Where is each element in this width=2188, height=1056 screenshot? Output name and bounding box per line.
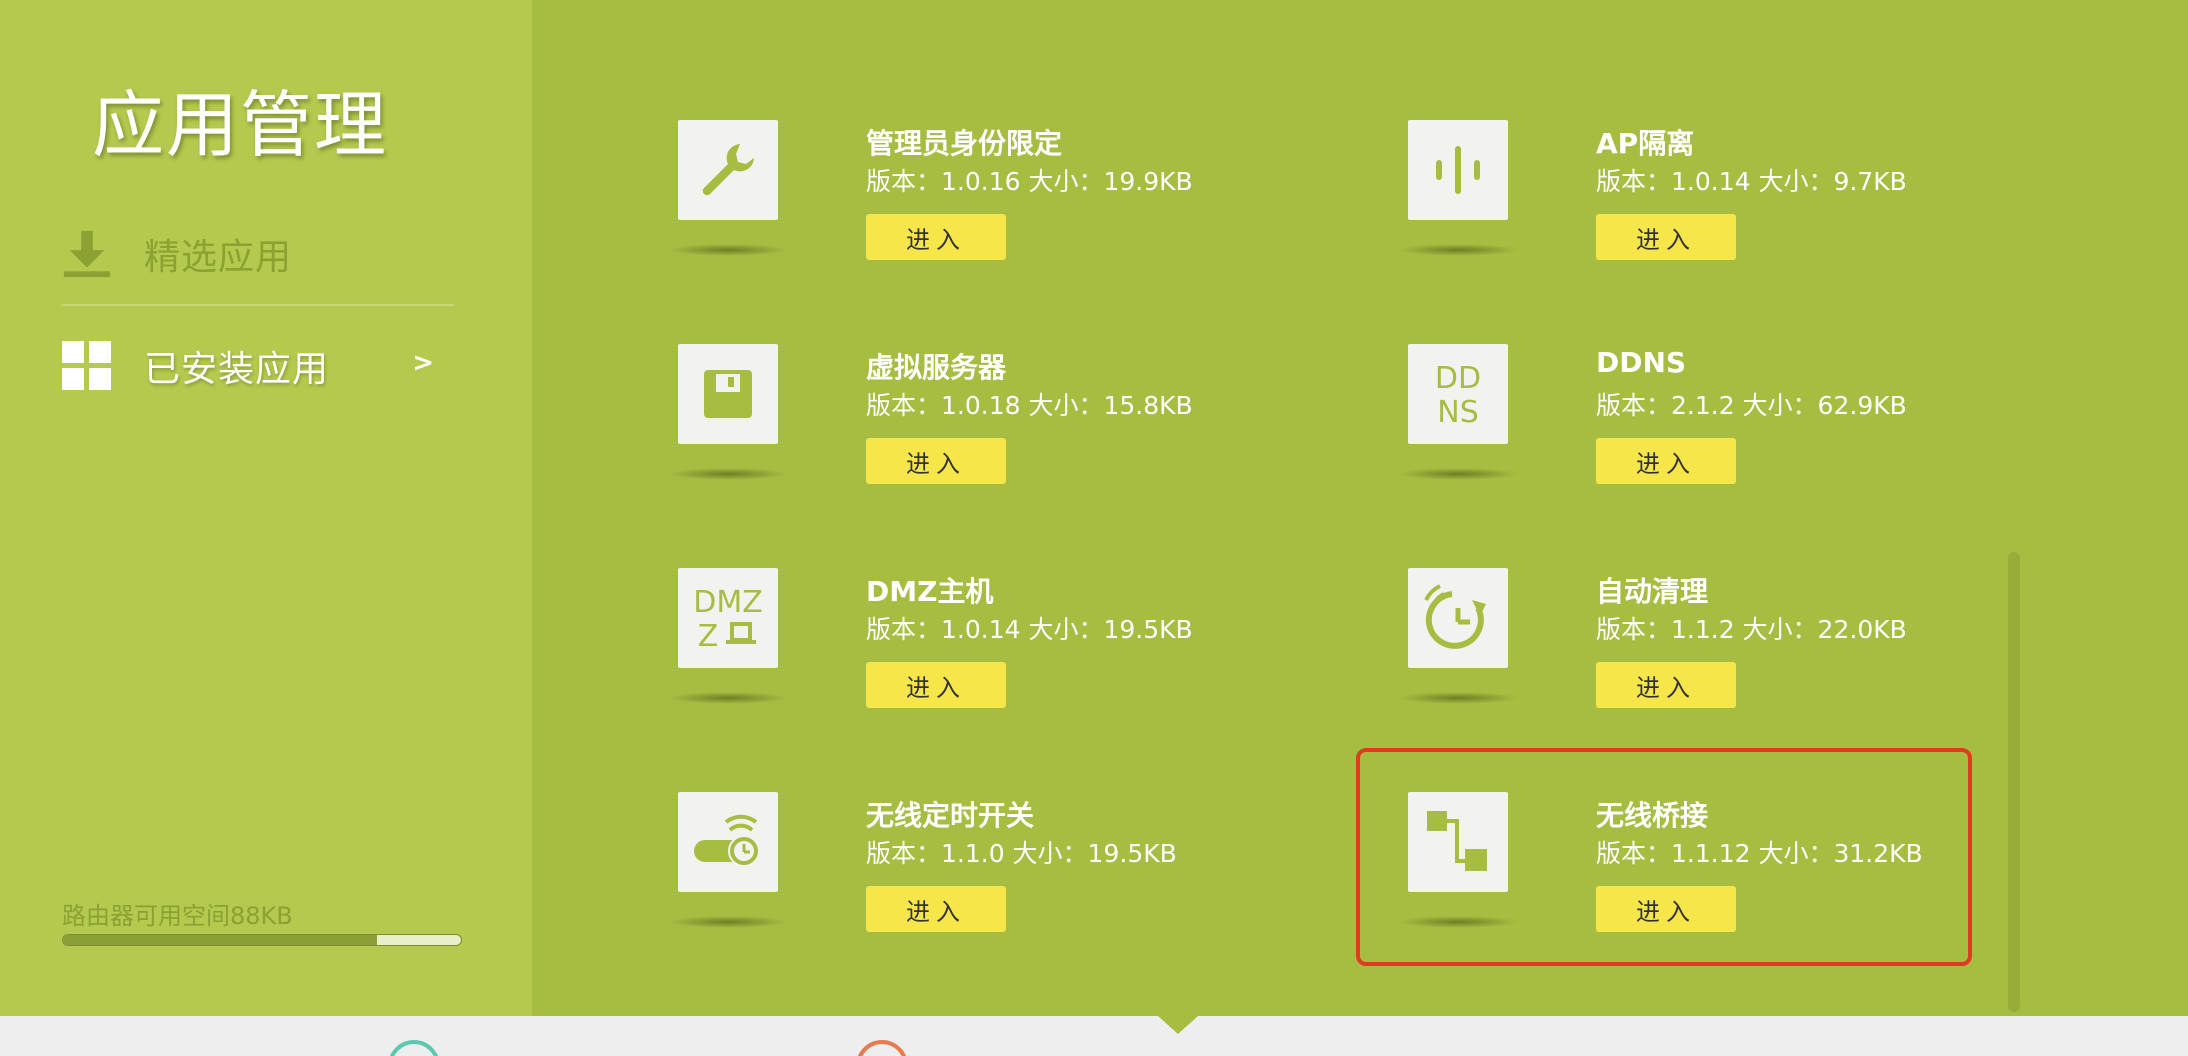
- wifi-timer-icon: [678, 792, 778, 892]
- app-name: DMZ主机: [866, 575, 994, 608]
- app-card-ap-isolation: AP隔离 版本：1.0.14 大小：9.7KB 进入: [1262, 0, 1907, 260]
- app-version-size: 版本：1.1.0 大小：19.5KB: [866, 839, 1177, 868]
- dmz-icon-text-bottom: Z: [698, 619, 719, 654]
- bottom-tab-bar: [0, 1016, 2188, 1056]
- grid-icon: [62, 341, 112, 391]
- app-card-auto-clean: 自动清理 版本：1.1.2 大小：22.0KB 进入: [1262, 448, 1907, 708]
- app-version-size: 版本：1.0.18 大小：15.8KB: [866, 391, 1193, 420]
- app-version-size: 版本：1.1.2 大小：22.0KB: [1596, 615, 1907, 644]
- app-card-wifi-timer: 无线定时开关 版本：1.1.0 大小：19.5KB 进入: [532, 672, 1177, 932]
- enter-button-wifi-timer[interactable]: 进入: [866, 886, 1006, 932]
- dmz-icon-text-top: DMZ: [693, 585, 763, 620]
- app-version-size: 版本：2.1.2 大小：62.9KB: [1596, 391, 1907, 420]
- ddns-icon-text-bottom: NS: [1437, 395, 1478, 430]
- ddns-icon: DD NS: [1408, 344, 1508, 444]
- chevron-right-icon: >: [412, 348, 434, 378]
- app-card-admin-restrict: 管理员身份限定 版本：1.0.16 大小：19.9KB 进入: [532, 0, 1193, 260]
- app-name: 自动清理: [1596, 575, 1709, 608]
- storage-available-text: 路由器可用空间88KB: [62, 902, 293, 930]
- wireless-bridge-icon: [1408, 792, 1508, 892]
- nav-installed-apps[interactable]: 已安装应用 >: [62, 316, 454, 416]
- nav-featured-apps[interactable]: 精选应用: [62, 204, 454, 306]
- app-card-wireless-bridge: 无线桥接 版本：1.1.12 大小：31.2KB 进入: [1262, 672, 1923, 932]
- auto-clean-icon: [1408, 568, 1508, 668]
- dmz-icon: DMZ Z: [678, 568, 778, 668]
- app-card-ddns: DD NS DDNS 版本：2.1.2 大小：62.9KB 进入: [1262, 224, 1907, 484]
- app-version-size: 版本：1.0.14 大小：19.5KB: [866, 615, 1193, 644]
- download-icon: [62, 229, 112, 279]
- storage-progress-bar: [62, 934, 462, 946]
- app-manager-window: 应用管理 精选应用 已安装应用 > 路由器可用空间88KB 管理员身份限定 版本…: [0, 0, 2188, 1056]
- wrench-icon: [678, 120, 778, 220]
- sidebar: 应用管理 精选应用 已安装应用 > 路由器可用空间88KB: [0, 0, 532, 1016]
- app-name: 管理员身份限定: [866, 127, 1063, 160]
- app-name: DDNS: [1596, 346, 1687, 379]
- ddns-icon-text-top: DD: [1435, 361, 1481, 396]
- scrollbar[interactable]: [2008, 552, 2020, 1012]
- active-tab-pointer: [1158, 1016, 1198, 1034]
- nav-installed-label: 已安装应用: [144, 349, 330, 390]
- app-version-size: 版本：1.0.16 大小：19.9KB: [866, 167, 1193, 196]
- app-name: AP隔离: [1596, 127, 1695, 160]
- app-card-dmz-host: DMZ Z DMZ主机 版本：1.0.14 大小：19.5KB 进入: [532, 448, 1193, 708]
- app-version-size: 版本：1.0.14 大小：9.7KB: [1596, 167, 1907, 196]
- app-name: 无线定时开关: [866, 799, 1035, 832]
- icon-shadow: [1398, 916, 1518, 928]
- app-name: 无线桥接: [1596, 799, 1709, 832]
- nav-featured-label: 精选应用: [144, 237, 293, 278]
- storage-progress-fill: [63, 935, 378, 945]
- server-icon: [678, 344, 778, 444]
- page-title: 应用管理: [92, 83, 389, 167]
- app-version-size: 版本：1.1.12 大小：31.2KB: [1596, 839, 1923, 868]
- isolation-icon: [1408, 120, 1508, 220]
- app-name: 虚拟服务器: [866, 351, 1007, 384]
- enter-button-wireless-bridge[interactable]: 进入: [1596, 886, 1736, 932]
- app-card-virtual-server: 虚拟服务器 版本：1.0.18 大小：15.8KB 进入: [532, 224, 1193, 484]
- icon-shadow: [668, 916, 788, 928]
